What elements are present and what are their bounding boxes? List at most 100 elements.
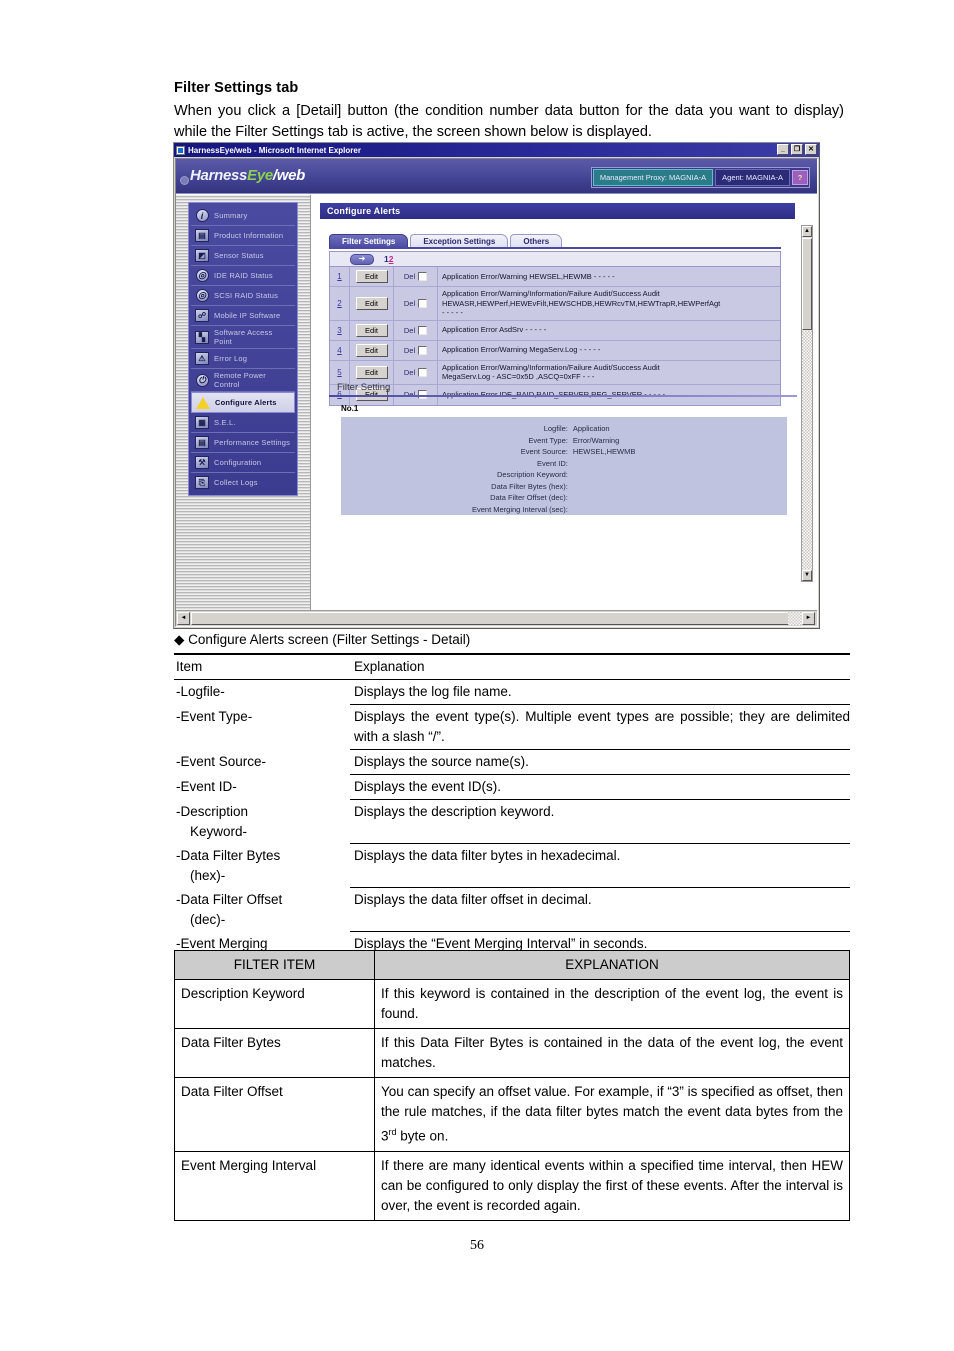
edit-button[interactable]: Edit: [355, 323, 388, 337]
table-row[interactable]: 4 Edit Del Application Error/Warning Meg…: [330, 340, 780, 361]
item-label: -Event Type-: [176, 708, 253, 724]
detail-label: Logfile:: [543, 424, 568, 433]
detail-field: Description Keyword:: [342, 469, 786, 481]
table-row[interactable]: 5 Edit Del Application Error/Warning/Inf…: [330, 360, 780, 385]
table-row: -Data Filter Offset (dec)- Displays the …: [174, 887, 850, 932]
tab-others[interactable]: Others: [510, 234, 563, 248]
sidebar-item-configure-alerts[interactable]: Configure Alerts: [191, 392, 295, 413]
pager-row: ➜ 12: [330, 252, 780, 267]
sidebar-item-label: Software Access Point: [214, 328, 273, 346]
browser-titlebar: HarnessEye/web - Microsoft Internet Expl…: [174, 143, 819, 157]
detail-value: HEWSEL,HEWMB: [572, 447, 636, 456]
sidebar-item-software-access-point[interactable]: ▚ Software Access Point: [191, 326, 295, 349]
sidebar-item-sel[interactable]: ▦ S.E.L.: [191, 413, 295, 433]
close-button[interactable]: ✕: [805, 144, 817, 155]
sidebar-item-label: Collect Logs: [214, 478, 258, 487]
table-row: -Event Source- Displays the source name(…: [174, 749, 850, 775]
row-number-link[interactable]: 4: [330, 340, 350, 360]
horizontal-scrollbar[interactable]: ◄ ►: [176, 610, 817, 626]
horizontal-scroll-thumb[interactable]: [191, 612, 803, 625]
detail-field: Data Filter Offset (dec):: [342, 492, 786, 504]
sidebar-item-label: Mobile IP Software: [214, 311, 281, 320]
detail-field: Data Filter Bytes (hex):: [342, 481, 786, 493]
vertical-scroll-thumb[interactable]: [802, 238, 812, 330]
row-number-link[interactable]: 2: [330, 287, 350, 320]
scroll-left-arrow-icon[interactable]: ◄: [177, 612, 190, 625]
performance-icon: ▤: [194, 435, 210, 450]
table-row[interactable]: 1 Edit Del Application Error/Warning HEW…: [330, 267, 780, 287]
scroll-up-arrow-icon[interactable]: ▲: [802, 226, 812, 237]
row-number-link[interactable]: 3: [330, 320, 350, 340]
sidebar-item-mobile-ip-software[interactable]: ☍ Mobile IP Software: [191, 306, 295, 326]
delete-checkbox[interactable]: [418, 367, 428, 377]
item-explanation: Displays the event type(s). Multiple eve…: [350, 704, 850, 750]
minimize-button[interactable]: _: [777, 144, 789, 155]
vertical-scrollbar[interactable]: ▲ ▼: [801, 225, 813, 582]
delete-checkbox[interactable]: [418, 345, 428, 355]
sidebar-item-error-log[interactable]: ⚠ Error Log: [191, 349, 295, 369]
help-icon[interactable]: ?: [792, 170, 808, 185]
sidebar-item-label: Configure Alerts: [215, 398, 277, 407]
logo-disc-icon: [180, 176, 189, 185]
sidebar-item-remote-power-control[interactable]: ⏻ Remote Power Control: [191, 369, 295, 392]
table-row[interactable]: 2 Edit Del Application Error/Warning/Inf…: [330, 287, 780, 321]
sidebar-item-label: Configuration: [214, 458, 262, 467]
edit-cell: Edit: [350, 267, 394, 286]
delete-checkbox[interactable]: [418, 272, 428, 281]
page-link-2[interactable]: 2: [389, 254, 394, 264]
edit-cell: Edit: [350, 340, 394, 360]
table-header-row: FILTER ITEM EXPLANATION: [174, 950, 850, 980]
management-proxy-button[interactable]: Management Proxy: MAGNIA-A: [592, 169, 714, 186]
app-banner: HarnessEye/web Management Proxy: MAGNIA-…: [176, 159, 817, 194]
sidebar-item-product-information[interactable]: ▤ Product Information: [191, 226, 295, 246]
sidebar-column: i Summary ▤ Product Information ◩ Sensor…: [176, 195, 311, 626]
agent-button[interactable]: Agent: MAGNIA-A: [715, 169, 790, 186]
vertical-scroll-track[interactable]: [802, 331, 812, 569]
sidebar-item-summary[interactable]: i Summary: [191, 206, 295, 226]
sidebar-item-configuration[interactable]: ⚒ Configuration: [191, 453, 295, 473]
edit-button[interactable]: Edit: [355, 365, 388, 379]
table-row: -Data Filter Bytes (hex)- Displays the d…: [174, 843, 850, 888]
scroll-right-arrow-icon[interactable]: ►: [802, 612, 815, 625]
table-row[interactable]: 3 Edit Del Application Error AsdSrv - - …: [330, 320, 780, 341]
horizontal-scroll-track[interactable]: [788, 612, 802, 625]
detail-value: [573, 492, 786, 504]
table-row: -Event Type- Displays the event type(s).…: [174, 704, 850, 750]
page-title: Configure Alerts: [327, 206, 401, 216]
info-icon: i: [194, 208, 210, 223]
ordinal-suffix: rd: [388, 1127, 397, 1137]
sidebar-item-collect-logs[interactable]: ⎘ Collect Logs: [191, 473, 295, 492]
delete-checkbox[interactable]: [418, 325, 428, 335]
desc-line: HEWASR,HEWPerf,HEWEvFilt,HEWSCHDB,HEWRcv…: [442, 298, 721, 308]
delete-checkbox[interactable]: [418, 298, 428, 308]
item-explanation: Displays the description keyword.: [350, 799, 850, 844]
table-row: Event Merging Interval If there are many…: [174, 1150, 850, 1221]
row-number-link[interactable]: 1: [330, 267, 350, 286]
detail-value: [573, 469, 786, 481]
tab-exception-settings[interactable]: Exception Settings: [410, 234, 509, 248]
sidebar-item-sensor-status[interactable]: ◩ Sensor Status: [191, 246, 295, 266]
filter-item-name: Description Keyword: [174, 979, 375, 1029]
sidebar-item-label: Performance Settings: [214, 438, 291, 447]
tab-filter-settings[interactable]: Filter Settings: [329, 234, 409, 248]
desc-line: Application Error/Warning/Information/Fa…: [442, 289, 660, 298]
detail-value: Application: [572, 424, 610, 433]
edit-button[interactable]: Edit: [355, 296, 388, 310]
delete-cell: Del: [394, 320, 438, 340]
sidebar-item-performance-settings[interactable]: ▤ Performance Settings: [191, 433, 295, 453]
next-page-arrow-icon[interactable]: ➜: [350, 253, 374, 265]
item-label: -Data Filter Bytes (hex)-: [174, 844, 350, 888]
edit-button[interactable]: Edit: [355, 343, 388, 357]
intro-paragraph: When you click a [Detail] button (the co…: [174, 103, 844, 140]
sidebar-item-ide-raid-status[interactable]: ◎ IDE RAID Status: [191, 266, 295, 286]
row-number-link[interactable]: 5: [330, 360, 350, 384]
del-label: Del: [403, 367, 416, 377]
item-label: -Data Filter Offset (dec)-: [174, 888, 350, 932]
detail-field: Event ID:: [342, 458, 786, 470]
maximize-button[interactable]: ❐: [791, 144, 803, 155]
scroll-down-arrow-icon[interactable]: ▼: [802, 570, 812, 581]
edit-button[interactable]: Edit: [355, 270, 388, 283]
description-cell: Application Error AsdSrv - - - - -: [438, 321, 780, 340]
sidebar-item-label: IDE RAID Status: [214, 271, 273, 280]
sidebar-item-scsi-raid-status[interactable]: ◎ SCSI RAID Status: [191, 286, 295, 306]
